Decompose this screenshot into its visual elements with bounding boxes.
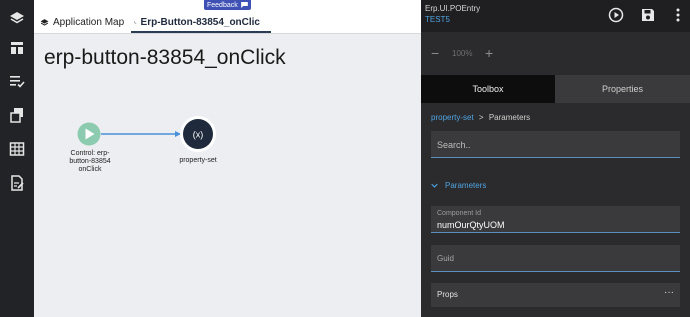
props-field[interactable]: Props ··· bbox=[431, 283, 680, 307]
checklist-icon[interactable] bbox=[9, 73, 25, 89]
start-node-label-line: button-83854 bbox=[69, 158, 111, 165]
start-node-label-line: Control: erp- bbox=[70, 150, 110, 157]
guid-label: Guid bbox=[437, 254, 454, 263]
props-label: Props bbox=[437, 290, 458, 299]
edit-document-icon[interactable] bbox=[9, 175, 25, 191]
component-id-value: numOurQtyUOM bbox=[437, 220, 505, 230]
tab-properties[interactable]: Properties bbox=[555, 75, 690, 103]
start-node-label-line: onClick bbox=[78, 166, 102, 173]
component-id-field[interactable]: Component Id numOurQtyUOM bbox=[431, 206, 680, 233]
search-placeholder: Search.. bbox=[437, 140, 471, 150]
zoom-controls: − 100% + bbox=[421, 36, 690, 70]
start-node[interactable] bbox=[77, 122, 101, 146]
run-icon[interactable] bbox=[608, 7, 624, 23]
app-name: Erp.UI.POEntry bbox=[425, 4, 481, 13]
left-nav-rail bbox=[0, 0, 34, 317]
section-title: Parameters bbox=[445, 181, 487, 190]
property-set-node-label: property-set bbox=[179, 157, 217, 164]
panel-tabs: Toolbox Properties bbox=[421, 75, 690, 103]
layers-icon[interactable] bbox=[9, 10, 25, 26]
breadcrumb-link-property-set[interactable]: property-set bbox=[431, 113, 474, 122]
zoom-out-button[interactable]: − bbox=[431, 46, 439, 60]
panel-header: Erp.UI.POEntry TEST5 bbox=[421, 0, 690, 32]
component-id-label: Component Id bbox=[437, 210, 481, 217]
zoom-in-button[interactable]: + bbox=[485, 46, 493, 60]
variable-icon: (x) bbox=[193, 130, 204, 140]
start-node-label: Control: erp- button-83854 onClick bbox=[60, 150, 120, 174]
tab-toolbox[interactable]: Toolbox bbox=[421, 75, 555, 103]
dashboard-icon[interactable] bbox=[9, 40, 25, 56]
breadcrumb-separator: > bbox=[478, 113, 484, 122]
chevron-down-icon bbox=[431, 183, 438, 188]
flow-canvas-area: Application Map Erp-Button-83854_onClic … bbox=[34, 0, 421, 317]
environment-name: TEST5 bbox=[425, 15, 450, 24]
props-menu-icon[interactable]: ··· bbox=[664, 287, 674, 298]
breadcrumb-current: Parameters bbox=[488, 113, 531, 122]
right-panel: Erp.UI.POEntry TEST5 − 100% + Toolbox Pr… bbox=[421, 0, 690, 317]
property-set-node[interactable]: (x) bbox=[180, 116, 216, 152]
search-input[interactable]: Search.. bbox=[431, 131, 680, 158]
more-vert-icon[interactable] bbox=[670, 7, 686, 23]
guid-field[interactable]: Guid bbox=[431, 245, 680, 272]
documents-icon[interactable] bbox=[9, 107, 25, 123]
breadcrumb: property-set > Parameters bbox=[431, 113, 530, 122]
table-icon[interactable] bbox=[9, 141, 25, 157]
save-icon[interactable] bbox=[640, 7, 656, 23]
parameters-section-header[interactable]: Parameters bbox=[431, 181, 486, 190]
zoom-level: 100% bbox=[452, 49, 473, 58]
